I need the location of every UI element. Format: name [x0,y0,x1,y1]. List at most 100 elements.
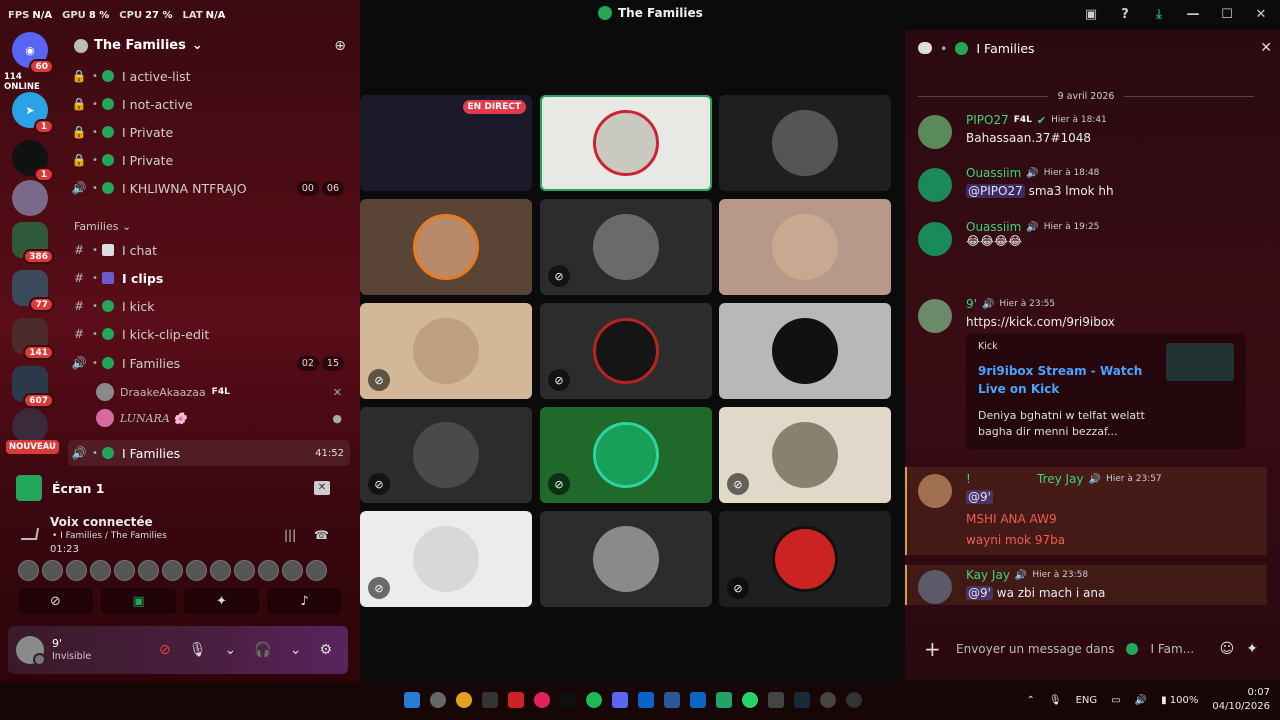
settings-icon[interactable]: ⚙ [319,642,332,658]
server-item[interactable] [12,408,48,444]
attach-button[interactable]: + [924,637,944,661]
apps-button[interactable]: ✦ [1246,641,1258,657]
avatar[interactable] [918,570,952,604]
whatsapp-icon[interactable] [742,692,758,708]
soundboard-button[interactable]: ♪ [267,588,342,614]
avatar[interactable] [234,560,255,581]
channel-voice-families[interactable]: 🔊 • I Families 02 15 [68,350,350,376]
channel-not-active[interactable]: 🔒 • I not-active [68,91,350,117]
mention[interactable]: @9' [966,490,993,504]
chevron-down-icon[interactable]: ⌄ [290,642,302,658]
channel-private[interactable]: 🔒 • I Private [68,119,350,145]
stream-tile[interactable]: EN DIRECT [360,95,532,191]
message[interactable]: Kay Jay 🔊 Hier à 23:58 @9' wa zbi mach i… [918,568,1258,608]
participant-tile[interactable]: ⊘ [540,303,712,399]
category-families[interactable]: Families ⌄ [74,220,131,233]
message-author[interactable]: Ouassiim [966,166,1021,180]
activities-button[interactable]: ✦ [184,588,259,614]
avatar[interactable] [138,560,159,581]
avatar[interactable] [114,560,135,581]
participant-tile[interactable] [360,199,532,295]
avatar[interactable] [42,560,63,581]
minimize-button[interactable]: — [1184,5,1202,23]
microphone-icon[interactable]: 🎙 [1049,695,1062,706]
disconnect-icon[interactable]: ☎ [314,528,329,542]
chrome-icon[interactable] [456,692,472,708]
channel-voice-khliwna[interactable]: 🔊 • I KHLIWNA NTFRAJO 00 06 [68,175,350,201]
help-icon[interactable]: ? [1116,5,1134,23]
battery-indicator[interactable]: ▮ 100% [1161,695,1198,706]
participant-tile[interactable]: ⊘ [540,199,712,295]
avatar[interactable] [162,560,183,581]
mention[interactable]: @9' [966,586,993,600]
discord-icon[interactable] [612,692,628,708]
app-icon[interactable] [768,692,784,708]
download-icon[interactable]: ⤓ [1150,5,1168,23]
avatar[interactable] [66,560,87,581]
app-icon[interactable] [508,692,524,708]
avatar[interactable] [918,115,952,149]
channel-kick-clip-edit[interactable]: # • I kick-clip-edit [68,321,350,347]
avatar[interactable] [90,560,111,581]
server-telegram[interactable]: ➤ 1 [12,92,54,134]
clock[interactable]: 0:07 04/10/2026 [1212,686,1270,714]
voice-path[interactable]: • I Families / The Families [52,531,167,541]
word-icon[interactable] [664,692,680,708]
outlook-icon[interactable] [638,692,654,708]
avatar[interactable] [210,560,231,581]
participant-tile[interactable] [540,511,712,607]
volume-icon[interactable]: 🔊 [1135,695,1147,706]
channel-private-2[interactable]: 🔒 • I Private [68,147,350,173]
avatar[interactable] [18,560,39,581]
user-info[interactable]: 9' Invisible [52,637,91,664]
network-icon[interactable]: ▭ [1111,695,1120,706]
linkedin-icon[interactable] [690,692,706,708]
avatar[interactable] [282,560,303,581]
channel-clips[interactable]: # • I clips [68,265,350,291]
start-icon[interactable] [404,692,420,708]
embed-title[interactable]: 9ri9ibox Stream - Watch Live on Kick [978,362,1162,398]
voice-user[interactable]: LUNARA 🌸 ● [96,406,350,430]
link-embed[interactable]: Kick 9ri9ibox Stream - Watch Live on Kic… [966,333,1246,449]
message-author[interactable]: 9' [966,297,977,311]
server-folder[interactable]: 386 [12,222,54,264]
emoji-button[interactable]: ☺ [1220,641,1235,657]
channel-active-list[interactable]: 🔒 • I active-list [68,63,350,89]
close-button[interactable]: ✕ [1252,5,1270,23]
server-avatar[interactable] [12,180,48,216]
server-eco[interactable]: 1 [12,140,54,182]
screen-share-button[interactable]: ▣ [101,588,176,614]
avatar[interactable] [306,560,327,581]
participant-tile[interactable]: ⊘ [360,407,532,503]
headphones-icon[interactable]: 🎧 [254,642,271,658]
voice-user[interactable]: DraakeAkaazaa F4L ✕ [96,380,350,404]
server-folder[interactable]: 141 [12,318,54,360]
mention[interactable]: @PIPO27 [966,184,1025,198]
pinterest-icon[interactable] [534,692,550,708]
inbox-icon[interactable]: ▣ [1082,5,1100,23]
spotify-icon[interactable] [586,692,602,708]
chevron-down-icon[interactable]: ⌄ [225,642,237,658]
camera-off-icon[interactable]: ⊘ [159,642,171,658]
participant-tile[interactable] [540,95,712,191]
message-composer[interactable]: + Envoyer un message dans I Fam... ☺ ✦ [918,630,1266,668]
noise-suppression-icon[interactable]: ||| [284,528,296,542]
message-link[interactable]: https://kick.com/9ri9ibox [966,315,1115,329]
app-icon[interactable] [846,692,862,708]
avatar[interactable] [186,560,207,581]
stop-stream-button[interactable]: ✕ [314,481,330,495]
excel-icon[interactable] [716,692,732,708]
message-author[interactable]: PIPO27 [966,113,1009,127]
message-author[interactable]: Trey Jay [1037,472,1084,486]
participant-tile[interactable]: ⊘ [719,407,891,503]
avatar[interactable] [16,636,46,666]
camera-off-button[interactable]: ⊘ [18,588,93,614]
signal-icon[interactable] [20,528,40,540]
message[interactable]: Ouassiim 🔊 Hier à 18:48 @PIPO27 sma3 lmo… [918,166,1258,206]
embed-thumbnail[interactable] [1166,343,1234,381]
app-icon[interactable] [482,692,498,708]
participant-tile[interactable] [719,95,891,191]
app-icon[interactable] [820,692,836,708]
avatar[interactable] [918,474,952,508]
message[interactable]: 9' 🔊 Hier à 23:55 https://kick.com/9ri9i… [918,297,1258,457]
